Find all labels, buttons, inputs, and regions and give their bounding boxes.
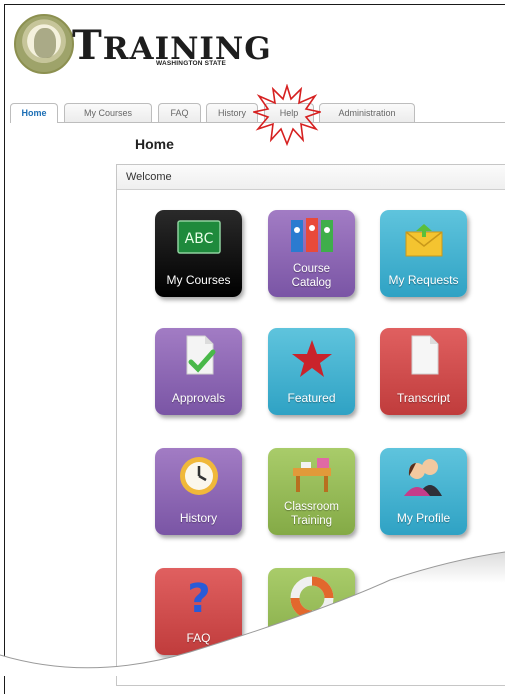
- tile-classroom-training[interactable]: Classroom Training: [268, 448, 355, 535]
- tile-label: Featured: [287, 391, 336, 405]
- tile-label: Course Catalog: [268, 262, 355, 290]
- tile-label: History: [179, 511, 218, 525]
- tile-label: My Courses: [166, 273, 231, 287]
- tile-label: Transcript: [397, 391, 450, 405]
- binders-icon: [290, 218, 333, 252]
- tile-transcript[interactable]: Transcript: [380, 328, 467, 415]
- tile-label: Approvals: [171, 391, 226, 405]
- tile-my-requests[interactable]: My Requests: [380, 210, 467, 297]
- tab-history[interactable]: History: [206, 103, 258, 122]
- svg-text:ABC: ABC: [184, 231, 213, 247]
- tile-label: FAQ: [186, 631, 211, 645]
- document-icon: [411, 335, 438, 375]
- tile-course-catalog[interactable]: Course Catalog: [268, 210, 355, 297]
- tab-administration[interactable]: Administration: [319, 103, 415, 122]
- tab-faq[interactable]: FAQ: [158, 103, 201, 122]
- envelope-icon: [405, 224, 442, 257]
- logo-subtitle: WASHINGTON STATE: [156, 60, 227, 67]
- tile-my-courses[interactable]: ABC My Courses: [155, 210, 242, 297]
- clock-icon: [179, 457, 218, 495]
- tile-label: My Requests: [388, 273, 459, 287]
- document-check-icon: [186, 335, 215, 375]
- tile-featured[interactable]: Featured: [268, 328, 355, 415]
- state-seal-icon: [14, 14, 74, 74]
- callout-starburst-icon: [253, 84, 321, 146]
- chalkboard-icon: ABC: [176, 220, 221, 254]
- star-icon: [291, 340, 332, 377]
- desk-icon: [292, 458, 331, 492]
- panel-heading: Welcome: [117, 165, 505, 190]
- logo-initial: T: [72, 22, 103, 69]
- people-icon: [403, 459, 442, 496]
- life-ring-icon: [290, 576, 333, 620]
- svg-text:?: ?: [187, 576, 210, 620]
- tab-my-courses[interactable]: My Courses: [64, 103, 152, 122]
- tile-support[interactable]: [268, 568, 355, 655]
- tile-label-text: Course Catalog: [291, 263, 332, 289]
- tile-history[interactable]: History: [155, 448, 242, 535]
- tile-faq[interactable]: ? FAQ: [155, 568, 242, 655]
- page-title: Home: [135, 136, 174, 152]
- tab-home[interactable]: Home: [10, 103, 58, 123]
- tile-label-text: Classroom Training: [284, 501, 339, 527]
- question-mark-icon: ?: [187, 576, 210, 620]
- tile-label: My Profile: [396, 511, 451, 525]
- tile-label: Classroom Training: [268, 500, 355, 528]
- tile-approvals[interactable]: Approvals: [155, 328, 242, 415]
- tile-my-profile[interactable]: My Profile: [380, 448, 467, 535]
